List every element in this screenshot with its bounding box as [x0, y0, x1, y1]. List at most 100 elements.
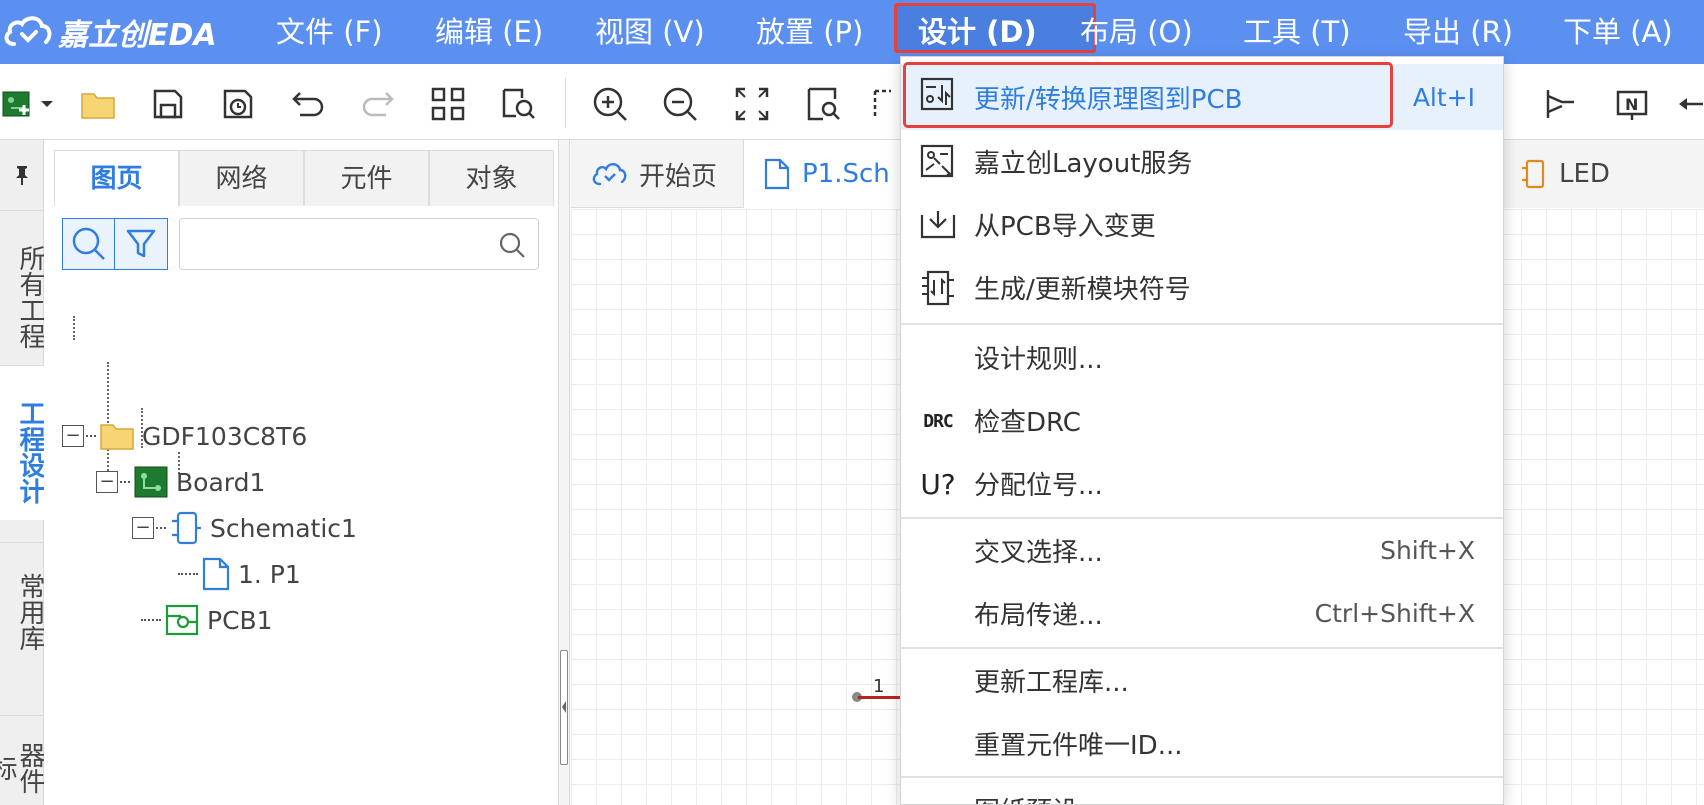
menu-item-layout-transfer[interactable]: 布局传递... Ctrl+Shift+X — [901, 583, 1503, 643]
zoom-area-icon[interactable] — [804, 84, 844, 124]
menu-separator — [901, 776, 1503, 778]
collapse-icon[interactable]: − — [62, 425, 84, 447]
layout-service-icon — [919, 143, 957, 181]
menu-item-label: 重置元件唯一ID... — [974, 730, 1183, 761]
menu-item-label: 嘉立创Layout服务 — [974, 148, 1193, 179]
menu-separator — [901, 647, 1503, 649]
tree-item-board[interactable]: − Board1 — [96, 462, 265, 502]
menu-item-label: 生成/更新模块符号 — [974, 274, 1191, 305]
tree-label: GDF103C8T6 — [142, 421, 308, 451]
menu-item-design-rules[interactable]: 设计规则... — [901, 327, 1503, 387]
search-icon[interactable] — [498, 231, 526, 263]
search-icon — [72, 227, 105, 260]
bus-entry-icon[interactable] — [1540, 84, 1580, 124]
new-dropdown-chevron-icon[interactable] — [36, 84, 58, 124]
menu-item-sheet-preset[interactable]: 图纸预设... — [901, 779, 1503, 805]
tab-components[interactable]: 元件 — [304, 150, 429, 206]
grid-view-icon[interactable] — [428, 84, 468, 124]
net-label-icon[interactable]: N — [1612, 84, 1652, 124]
rail-tab-device-std[interactable]: 器件标 — [0, 715, 45, 805]
tab-pages[interactable]: 图页 — [54, 150, 179, 206]
tree-label: PCB1 — [207, 605, 273, 635]
menu-order[interactable]: 下单 (A) — [1563, 0, 1673, 64]
tree-item-project[interactable]: − GDF103C8T6 — [62, 416, 307, 456]
highlighted-item-outline — [903, 62, 1393, 128]
cloud-logo-icon — [4, 16, 52, 46]
module-symbol-icon — [919, 269, 957, 307]
menu-item-check-drc[interactable]: DRC 检查DRC — [901, 390, 1503, 450]
menu-export[interactable]: 导出 (R) — [1403, 0, 1513, 64]
app-logo: 嘉立创EDA — [0, 0, 250, 64]
doctab-label: P1.Sch — [802, 159, 890, 189]
tree-item-pcb[interactable]: PCB1 — [141, 600, 273, 640]
redo-icon[interactable] — [358, 84, 398, 124]
board-icon — [134, 466, 168, 498]
zoom-in-icon[interactable] — [590, 84, 630, 124]
select-area-icon[interactable] — [868, 84, 898, 124]
collapse-icon[interactable]: − — [96, 471, 118, 493]
pin-number: 1 — [873, 676, 885, 697]
menu-item-shortcut: Shift+X — [1380, 535, 1475, 565]
tree-item-schematic[interactable]: − Schematic1 — [132, 508, 357, 548]
tab-objects[interactable]: 对象 — [429, 150, 554, 206]
menu-item-update-project-library[interactable]: 更新工程库... — [901, 650, 1503, 710]
menu-item-assign-designators[interactable]: U? 分配位号... — [901, 453, 1503, 513]
tab-nets[interactable]: 网络 — [179, 150, 304, 206]
design-menu-dropdown: 更新/转换原理图到PCB Alt+I 嘉立创Layout服务 从PCB导入变更 … — [900, 56, 1504, 805]
page-icon — [202, 557, 230, 591]
menu-item-import-from-pcb[interactable]: 从PCB导入变更 — [901, 194, 1503, 254]
search-field[interactable] — [179, 218, 539, 270]
designator-icon: U? — [920, 467, 956, 501]
menu-separator — [901, 323, 1503, 325]
menu-edit[interactable]: 编辑 (E) — [435, 0, 543, 64]
menu-design[interactable]: 设计 (D) — [918, 0, 1037, 64]
drc-icon: DRC — [923, 410, 954, 432]
app-logo-text: 嘉立创EDA — [58, 18, 217, 53]
zoom-out-icon[interactable] — [660, 84, 700, 124]
menu-item-label: 分配位号... — [974, 470, 1103, 501]
pin-icon[interactable] — [0, 140, 44, 210]
search-input[interactable] — [188, 219, 488, 267]
menu-item-shortcut: Alt+I — [1412, 82, 1475, 112]
menu-tools[interactable]: 工具 (T) — [1243, 0, 1351, 64]
search-mode-button[interactable] — [62, 218, 116, 270]
save-icon[interactable] — [148, 84, 188, 124]
doctab-p1-sch[interactable]: P1.Sch — [744, 140, 904, 208]
rail-tab-project-design[interactable]: 工程设计 — [0, 365, 45, 520]
tree-item-page[interactable]: 1. P1 — [178, 554, 301, 594]
doctab-start-page[interactable]: 开始页 — [571, 140, 744, 208]
filter-button[interactable] — [114, 218, 168, 270]
new-project-icon[interactable] — [0, 84, 34, 124]
fit-all-icon[interactable] — [732, 84, 772, 124]
tree-label: Schematic1 — [210, 513, 357, 543]
rail-tab-common-library[interactable]: 常用库 — [0, 542, 45, 662]
menu-item-label: 交叉选择... — [974, 537, 1103, 568]
menu-item-label: 从PCB导入变更 — [974, 211, 1156, 242]
symbol-icon — [1521, 158, 1547, 190]
collapse-icon[interactable]: − — [132, 517, 154, 539]
toolbar-separator — [565, 78, 566, 128]
menu-item-cross-select[interactable]: 交叉选择... Shift+X — [901, 520, 1503, 580]
project-panel: 图页 网络 元件 对象 − GDF103C8T6 − Board1 − Sche… — [44, 140, 564, 805]
menu-layout[interactable]: 布局 (O) — [1080, 0, 1193, 64]
undo-icon[interactable] — [288, 84, 328, 124]
rail-tab-all-projects[interactable]: 所有工程 — [0, 210, 45, 365]
menu-item-label: 设计规则... — [974, 344, 1103, 375]
menu-file[interactable]: 文件 (F) — [276, 0, 383, 64]
save-history-icon[interactable] — [218, 84, 258, 124]
tree-label: 1. P1 — [238, 559, 301, 589]
net-port-icon[interactable] — [1676, 84, 1704, 124]
svg-text:N: N — [1625, 95, 1638, 114]
menu-item-layout-service[interactable]: 嘉立创Layout服务 — [901, 131, 1503, 191]
pcb-icon — [165, 604, 199, 636]
menu-place[interactable]: 放置 (P) — [756, 0, 863, 64]
schematic-icon — [170, 511, 202, 545]
menu-item-module-symbol[interactable]: 生成/更新模块符号 — [901, 257, 1503, 317]
left-rail: 所有工程 工程设计 常用库 器件标 — [0, 140, 45, 805]
find-in-doc-icon[interactable] — [498, 84, 538, 124]
menu-view[interactable]: 视图 (V) — [595, 0, 705, 64]
collapse-panel-handle[interactable] — [560, 650, 568, 765]
menu-item-reset-unique-id[interactable]: 重置元件唯一ID... — [901, 713, 1503, 773]
open-folder-icon[interactable] — [78, 84, 118, 124]
doctab-led[interactable]: LED — [1501, 140, 1704, 208]
